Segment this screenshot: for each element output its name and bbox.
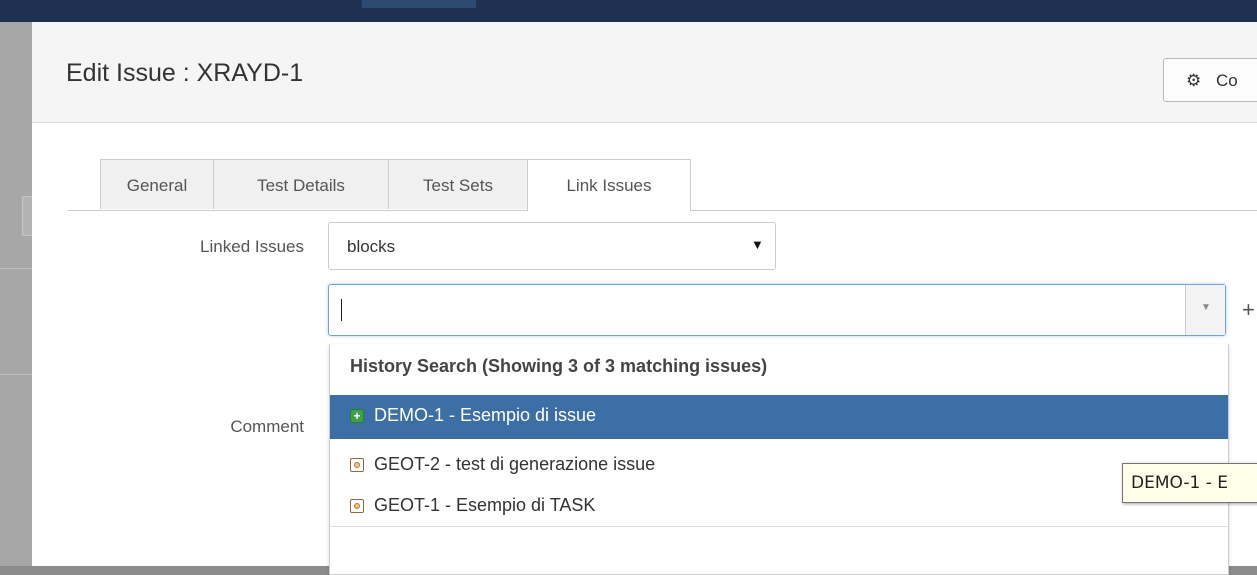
- suggestion-item[interactable]: GEOT-1 - Esempio di TASK: [330, 485, 1228, 529]
- tab-test-sets[interactable]: Test Sets: [388, 159, 528, 209]
- suggestion-item[interactable]: GEOT-2 - test di generazione issue: [330, 444, 1228, 488]
- configure-fields-button[interactable]: ⚙ Co: [1163, 58, 1257, 102]
- issue-search-input[interactable]: ▼: [328, 284, 1226, 336]
- chevron-down-icon: ▼: [751, 237, 764, 252]
- dialog-header: Edit Issue : XRAYD-1 ⚙ Co: [32, 22, 1257, 123]
- suggestion-item[interactable]: + DEMO-1 - Esempio di issue: [330, 395, 1228, 439]
- app-header-bar: [0, 0, 1257, 22]
- new-feature-icon: +: [350, 409, 364, 423]
- link-type-value: blocks: [347, 237, 396, 256]
- issue-suggestions-dropdown: History Search (Showing 3 of 3 matching …: [329, 344, 1229, 575]
- suggestion-label: GEOT-2 - test di generazione issue: [374, 454, 656, 474]
- text-caret: [341, 299, 342, 321]
- chevron-down-icon: ▼: [1201, 302, 1211, 313]
- page-backdrop: [0, 22, 33, 566]
- task-icon: [350, 499, 364, 513]
- tab-link-issues[interactable]: Link Issues: [527, 159, 691, 211]
- link-type-select[interactable]: blocks ▼: [328, 222, 776, 270]
- dropdown-toggle-button[interactable]: ▼: [1185, 285, 1225, 335]
- tab-general[interactable]: General: [100, 159, 214, 209]
- issue-tooltip: DEMO-1 - E: [1122, 463, 1257, 503]
- tooltip-text: DEMO-1 - E: [1131, 473, 1228, 493]
- dialog-title: Edit Issue : XRAYD-1: [66, 59, 304, 87]
- suggestions-heading: History Search (Showing 3 of 3 matching …: [350, 356, 768, 376]
- task-icon: [350, 458, 364, 472]
- backdrop-divider: [0, 374, 32, 375]
- backdrop-divider: [0, 268, 32, 269]
- header-nav-highlight: [362, 0, 476, 8]
- suggestion-label: DEMO-1 - Esempio di issue: [374, 405, 597, 425]
- add-link-icon[interactable]: +: [1242, 299, 1255, 321]
- dialog-tabs: General Test Details Test Sets Link Issu…: [68, 159, 1257, 211]
- dropdown-divider: [330, 526, 1228, 527]
- gear-icon: ⚙: [1186, 71, 1202, 90]
- configure-fields-label: Co: [1216, 71, 1238, 90]
- edit-issue-dialog: Edit Issue : XRAYD-1 ⚙ Co General Test D…: [32, 22, 1257, 575]
- linked-issues-label: Linked Issues: [200, 237, 304, 256]
- suggestion-label: GEOT-1 - Esempio di TASK: [374, 495, 596, 515]
- tab-test-details[interactable]: Test Details: [213, 159, 389, 209]
- comment-label: Comment: [230, 417, 304, 436]
